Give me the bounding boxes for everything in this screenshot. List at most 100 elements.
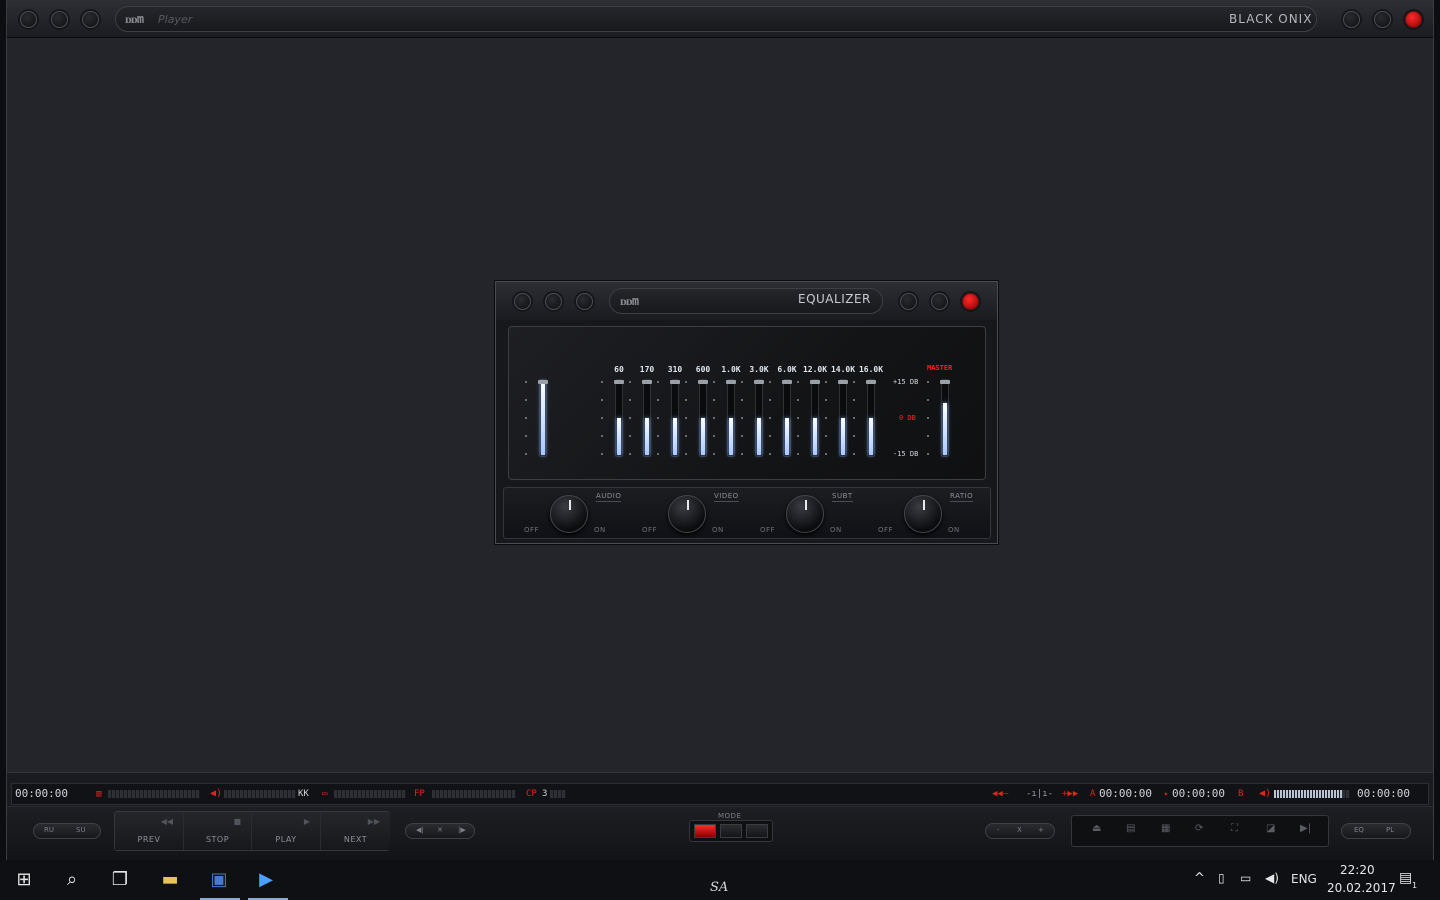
- close-button[interactable]: [1405, 11, 1422, 28]
- eq-maximize-button[interactable]: [931, 293, 948, 310]
- tray-chevron-icon[interactable]: ^: [1194, 871, 1205, 886]
- band-label: 600: [695, 365, 711, 374]
- clock-date[interactable]: 20.02.2017: [1327, 881, 1396, 895]
- window-icon[interactable]: ◪: [1266, 823, 1275, 834]
- play-button[interactable]: ▶ PLAY: [252, 812, 321, 850]
- volume-meter-rest: [1342, 790, 1350, 798]
- band-slider-9[interactable]: [866, 379, 876, 457]
- band-slider-2-handle[interactable]: [670, 380, 680, 384]
- band-slider-4-handle[interactable]: [726, 380, 736, 384]
- rewind-icon[interactable]: ◀◀–: [992, 787, 1008, 801]
- waveform-icon[interactable]: -ı|ı-: [1026, 787, 1053, 801]
- lang-ru-button[interactable]: RU: [44, 826, 54, 834]
- knob-audio[interactable]: [550, 495, 588, 533]
- playlist-toggle-button[interactable]: PL: [1386, 826, 1394, 834]
- lang-su-button[interactable]: SU: [76, 826, 86, 834]
- band-slider-0-tick: [601, 417, 603, 419]
- lang-switch[interactable]: RU SU: [33, 823, 101, 839]
- frame-forward-icon[interactable]: |▶: [458, 826, 466, 834]
- band-slider-2[interactable]: [670, 379, 680, 457]
- knob-ratio[interactable]: [904, 495, 942, 533]
- mode-button-3[interactable]: [746, 824, 768, 838]
- band-slider-8-handle[interactable]: [838, 380, 848, 384]
- band-slider-8-tick: [825, 435, 827, 437]
- band-slider-3-handle[interactable]: [698, 380, 708, 384]
- band-slider-5-handle[interactable]: [754, 380, 764, 384]
- eq-title-button-3[interactable]: [576, 293, 593, 310]
- eq-title-button-1[interactable]: [514, 293, 531, 310]
- title-button-1[interactable]: [20, 11, 37, 28]
- windows-start-icon[interactable]: ⊞: [12, 868, 36, 892]
- media-player-icon[interactable]: ▶: [254, 868, 278, 892]
- band-slider-9-handle[interactable]: [866, 380, 876, 384]
- band-slider-7[interactable]: [810, 379, 820, 457]
- master-slider-tick: [927, 453, 929, 455]
- knob-video[interactable]: [668, 495, 706, 533]
- volume-bars-icon[interactable]: ▶|: [1300, 823, 1311, 834]
- master-slider[interactable]: [940, 379, 950, 457]
- title-button-3[interactable]: [82, 11, 99, 28]
- preamp-slider-handle[interactable]: [538, 380, 548, 384]
- band-slider-1[interactable]: [642, 379, 652, 457]
- band-slider-6-handle[interactable]: [782, 380, 792, 384]
- master-slider-handle[interactable]: [940, 380, 950, 384]
- frame-close-icon[interactable]: ✕: [437, 826, 443, 834]
- eq-toggle-button[interactable]: EQ: [1354, 826, 1364, 834]
- zoom-reset-button[interactable]: X: [1017, 826, 1022, 834]
- knob-subt[interactable]: [786, 495, 824, 533]
- frame-back-icon[interactable]: ◀|: [416, 826, 424, 834]
- band-slider-6[interactable]: [782, 379, 792, 457]
- band-slider-7-tick: [797, 453, 799, 455]
- transport-group: ◀◀ PREV ■ STOP ▶ PLAY ▶▶ NEXT: [114, 811, 390, 851]
- band-slider-3[interactable]: [698, 379, 708, 457]
- band-slider-4[interactable]: [726, 379, 736, 457]
- speaker-tray-icon[interactable]: ◀): [1265, 871, 1279, 885]
- band-slider-9-tick: [853, 381, 855, 383]
- volume-meter[interactable]: [1274, 790, 1342, 798]
- title-button-2[interactable]: [51, 11, 68, 28]
- file-icon[interactable]: ▤: [1126, 823, 1135, 834]
- eq-minimize-button[interactable]: [900, 293, 917, 310]
- minimize-button[interactable]: [1343, 11, 1360, 28]
- title-bar-track: [115, 6, 1317, 32]
- prev-button[interactable]: ◀◀ PREV: [115, 812, 184, 850]
- ab-arrow-icon: ▸: [1164, 789, 1169, 798]
- network-icon[interactable]: ▭: [1240, 871, 1251, 885]
- keyboard-language[interactable]: ENG: [1291, 872, 1317, 886]
- band-slider-1-handle[interactable]: [642, 380, 652, 384]
- mode-button-2[interactable]: [720, 824, 742, 838]
- next-button[interactable]: ▶▶ NEXT: [321, 812, 390, 850]
- repeat-icon[interactable]: ⟳: [1195, 823, 1203, 834]
- playlist-icon[interactable]: ▦: [1161, 823, 1170, 834]
- mode-button-1[interactable]: [694, 824, 716, 838]
- forward-icon[interactable]: +▶▶: [1062, 787, 1078, 801]
- stop-button[interactable]: ■ STOP: [184, 812, 252, 850]
- equalizer-titlebar: ᴅᴅm EQUALIZER: [496, 282, 997, 320]
- film-icon: ▥: [96, 789, 102, 799]
- floppy-app-icon[interactable]: ▣: [207, 868, 231, 892]
- maximize-button[interactable]: [1374, 11, 1391, 28]
- task-view-icon[interactable]: ❐: [108, 868, 132, 892]
- usb-icon[interactable]: ▯: [1218, 871, 1225, 885]
- preamp-slider[interactable]: [538, 379, 548, 457]
- clock-time[interactable]: 22:20: [1340, 863, 1375, 877]
- notification-icon[interactable]: ▤: [1399, 870, 1412, 886]
- volume-icon[interactable]: ◀): [1259, 787, 1271, 801]
- band-slider-0-handle[interactable]: [614, 380, 624, 384]
- fullscreen-icon[interactable]: ⛶: [1231, 823, 1238, 834]
- band-label: 1.0K: [721, 365, 741, 374]
- speaker-icon[interactable]: ◀): [210, 787, 222, 801]
- band-slider-7-handle[interactable]: [810, 380, 820, 384]
- eq-title-button-2[interactable]: [545, 293, 562, 310]
- eq-close-button[interactable]: [962, 293, 979, 310]
- band-label: 14.0K: [830, 365, 856, 374]
- eject-icon[interactable]: ⏏: [1092, 823, 1101, 834]
- band-slider-8[interactable]: [838, 379, 848, 457]
- search-icon[interactable]: ⌕: [60, 868, 84, 892]
- zoom-minus-button[interactable]: -: [997, 826, 1000, 834]
- zoom-plus-button[interactable]: +: [1038, 826, 1044, 834]
- subtitle-icon[interactable]: ▭: [322, 787, 327, 801]
- band-slider-0[interactable]: [614, 379, 624, 457]
- band-slider-5[interactable]: [754, 379, 764, 457]
- file-explorer-icon[interactable]: ▬: [158, 868, 182, 892]
